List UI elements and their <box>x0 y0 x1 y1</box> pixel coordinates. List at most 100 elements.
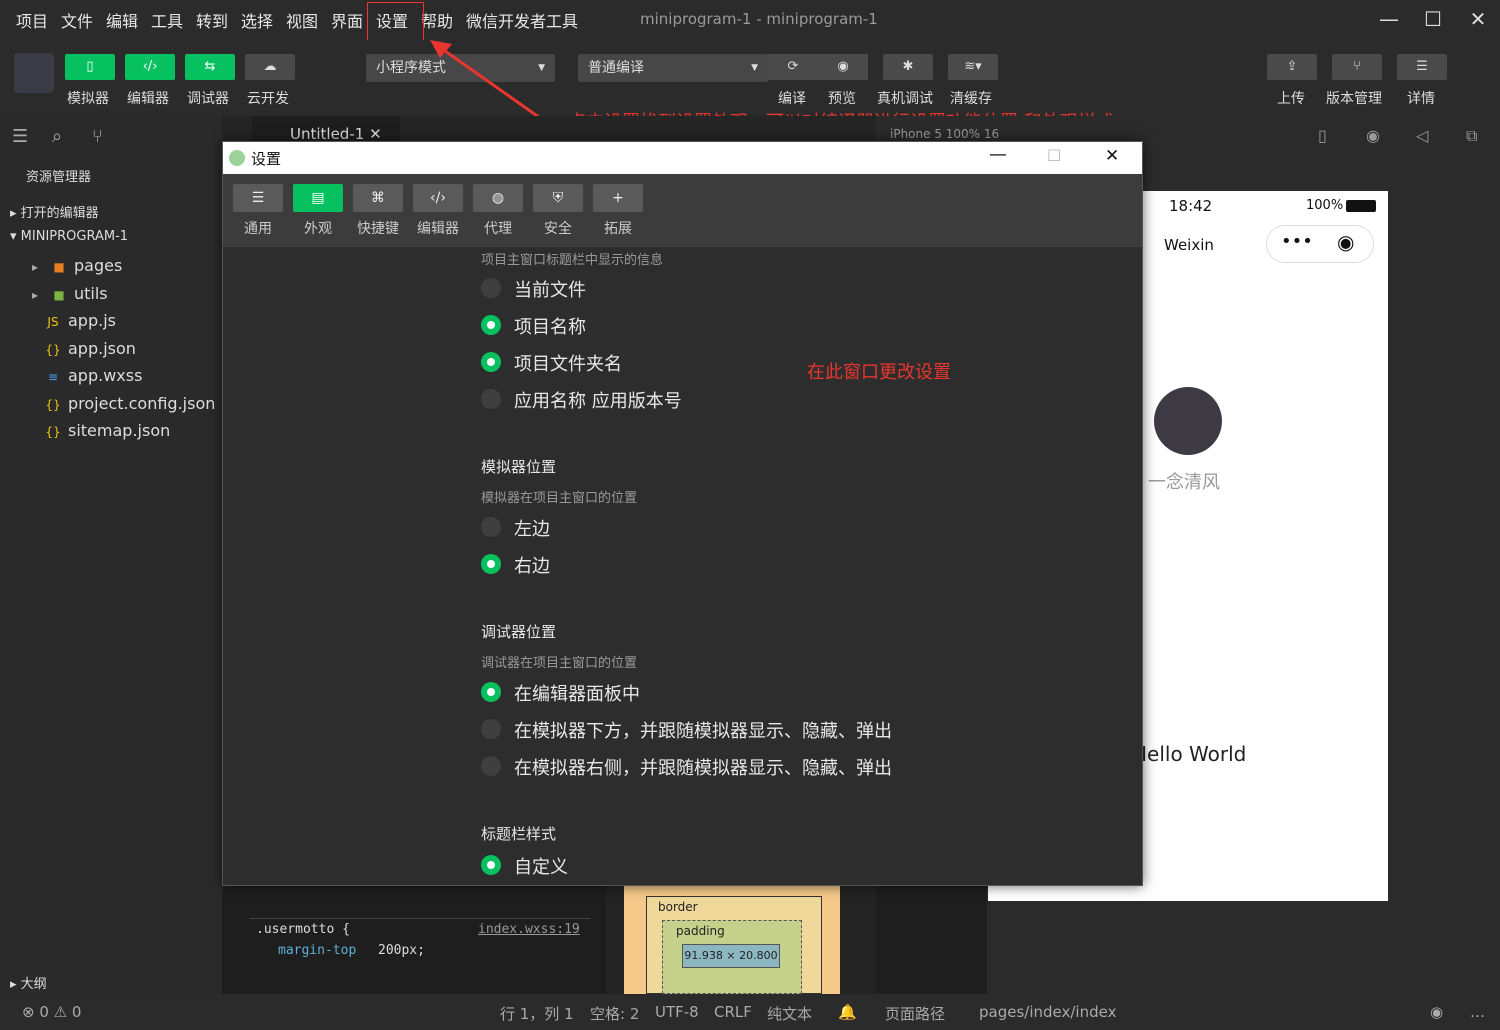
cursor-position[interactable]: 行 1，列 1 <box>500 1003 574 1024</box>
radio-on[interactable] <box>481 554 501 574</box>
close-circle-icon[interactable]: ◉ <box>1337 230 1354 254</box>
hello-text: Hello World <box>1132 742 1247 766</box>
clear-cache-button[interactable]: ≋▾ <box>948 54 998 80</box>
close-icon[interactable]: ✕ <box>1105 146 1119 166</box>
record-icon[interactable]: ◉ <box>1366 126 1380 145</box>
version-button[interactable]: ⑂ <box>1332 54 1382 80</box>
details-label: 详情 <box>1407 91 1435 107</box>
radio-on[interactable] <box>481 315 501 335</box>
tab-proxy[interactable]: ◍ <box>473 184 523 212</box>
tree-item-project-config[interactable]: {} project.config.json <box>44 394 215 413</box>
device-select[interactable]: iPhone 5 100% 16 <box>890 127 999 141</box>
menu-goto[interactable]: 转到 <box>196 8 228 32</box>
border-label: border <box>658 900 698 914</box>
menu-file[interactable]: 文件 <box>61 8 93 32</box>
git-icon[interactable]: ⑂ <box>92 126 103 147</box>
remote-debug-button[interactable]: ✱ <box>883 54 933 80</box>
menu-project[interactable]: 项目 <box>16 8 48 32</box>
option-label: 在模拟器右侧，并跟随模拟器显示、隐藏、弹出 <box>514 758 892 779</box>
radio-off[interactable] <box>481 517 501 537</box>
minimize-icon[interactable]: — <box>989 144 1007 165</box>
tree-item-app-wxss[interactable]: ≡ app.wxss <box>44 366 142 385</box>
avatar[interactable] <box>14 53 54 93</box>
radio-off[interactable] <box>481 278 501 298</box>
dialog-body: 项目主窗口标题栏中显示的信息 当前文件 项目名称 项目文件夹名 应用名称 应用版… <box>223 247 1142 885</box>
menu-view[interactable]: 视图 <box>286 8 318 32</box>
tab-extensions[interactable]: + <box>593 184 643 212</box>
eye-icon[interactable]: ◉ <box>1430 1003 1443 1021</box>
tree-item-sitemap[interactable]: {} sitemap.json <box>44 421 170 440</box>
tree-item-pages[interactable]: ▸ ■ pages <box>26 256 122 275</box>
radio-on[interactable] <box>481 682 501 702</box>
tab-shortcuts-label: 快捷键 <box>357 221 399 237</box>
details-button[interactable]: ☰ <box>1397 54 1447 80</box>
preview-button[interactable]: ◉ <box>818 54 868 80</box>
upload-button[interactable]: ⇪ <box>1267 54 1317 80</box>
radio-on[interactable] <box>481 352 501 372</box>
tab-appearance[interactable]: ▤ <box>293 184 343 212</box>
tree-item-app-json[interactable]: {} app.json <box>44 339 136 358</box>
simulator-button[interactable]: ▯ <box>65 54 115 80</box>
menu-interface[interactable]: 界面 <box>331 8 363 32</box>
menu-edit[interactable]: 编辑 <box>106 8 138 32</box>
radio-off[interactable] <box>481 756 501 776</box>
debugger-position-desc: 调试器在项目主窗口的位置 <box>481 656 638 671</box>
bell-icon[interactable]: 🔔 <box>838 1003 857 1021</box>
radio-off[interactable] <box>481 389 501 409</box>
compile-button[interactable]: ⟳ <box>768 54 818 80</box>
menu-select[interactable]: 选择 <box>241 8 273 32</box>
capsule-menu[interactable]: ••• ◉ <box>1266 225 1374 263</box>
minimize-icon[interactable]: — <box>1377 8 1401 32</box>
tree-item-label: project.config.json <box>68 394 216 413</box>
radio-off[interactable] <box>481 719 501 739</box>
tab-general[interactable]: ☰ <box>233 184 283 212</box>
window-icon: ▤ <box>311 190 325 206</box>
debugger-button[interactable]: ⇆ <box>185 54 235 80</box>
tab-security[interactable]: ⛨ <box>533 184 583 212</box>
line-ending[interactable]: CRLF <box>714 1003 752 1021</box>
cloud-label: 云开发 <box>247 91 289 107</box>
project-root-label: MINIPROGRAM-1 <box>20 229 129 244</box>
menu-help[interactable]: 帮助 <box>421 8 453 32</box>
editor-button[interactable]: ‹/› <box>125 54 175 80</box>
tree-item-app-js[interactable]: JS app.js <box>44 311 116 330</box>
tab-shortcuts[interactable]: ⌘ <box>353 184 403 212</box>
preview-label: 预览 <box>828 91 856 107</box>
page-path-label[interactable]: 页面路径 <box>885 1003 945 1024</box>
page-path[interactable]: pages/index/index <box>979 1003 1116 1021</box>
open-editors[interactable]: ▸ 打开的编辑器 <box>10 202 99 221</box>
language-mode[interactable]: 纯文本 <box>767 1003 812 1024</box>
menu-tools[interactable]: 工具 <box>151 8 183 32</box>
tree-item-utils[interactable]: ▸ ■ utils <box>26 284 108 303</box>
compile-label: 编译 <box>778 91 806 107</box>
list-icon[interactable]: ☰ <box>12 126 28 147</box>
menu-wechat-devtools[interactable]: 微信开发者工具 <box>466 8 578 32</box>
popout-icon[interactable]: ⧉ <box>1466 126 1477 146</box>
sound-icon[interactable]: ◁ <box>1416 126 1428 145</box>
indentation[interactable]: 空格: 2 <box>590 1003 639 1024</box>
option-label: 左边 <box>514 519 550 540</box>
css-source-link[interactable]: index.wxss:19 <box>478 922 580 937</box>
more-icon[interactable]: … <box>1470 1003 1485 1021</box>
wechat-icon <box>229 150 245 166</box>
encoding[interactable]: UTF-8 <box>655 1003 699 1021</box>
compile-select[interactable]: 普通编译 ▼ <box>578 54 768 82</box>
radio-on[interactable] <box>481 855 501 875</box>
settings-dialog: 设置 — ☐ ✕ ☰ ▤ ⌘ ‹/› ◍ ⛨ + 通用 外观 快捷键 编辑器 代… <box>222 141 1143 886</box>
command-icon: ⌘ <box>371 190 385 206</box>
dialog-annotation: 在此窗口更改设置 <box>807 362 951 383</box>
json-file-icon: {} <box>45 343 61 357</box>
css-rules-panel: .usermotto { index.wxss:19 margin-top 20… <box>250 886 590 994</box>
maximize-icon[interactable]: ☐ <box>1047 146 1061 165</box>
maximize-icon[interactable]: ☐ <box>1421 8 1445 32</box>
device-icon[interactable]: ▯ <box>1318 126 1327 145</box>
shield-icon: ⛨ <box>552 190 564 206</box>
search-icon[interactable]: ⌕ <box>52 126 62 147</box>
close-icon[interactable]: ✕ <box>1466 8 1490 32</box>
outline-section[interactable]: ▸ 大纲 <box>10 973 47 992</box>
problems-count[interactable]: ⊗ 0 ⚠ 0 <box>22 1003 81 1021</box>
tab-editor[interactable]: ‹/› <box>413 184 463 212</box>
cloud-button[interactable]: ☁ <box>245 54 295 80</box>
more-icon[interactable]: ••• <box>1281 231 1313 252</box>
project-root[interactable]: ▾ MINIPROGRAM-1 <box>10 229 128 244</box>
